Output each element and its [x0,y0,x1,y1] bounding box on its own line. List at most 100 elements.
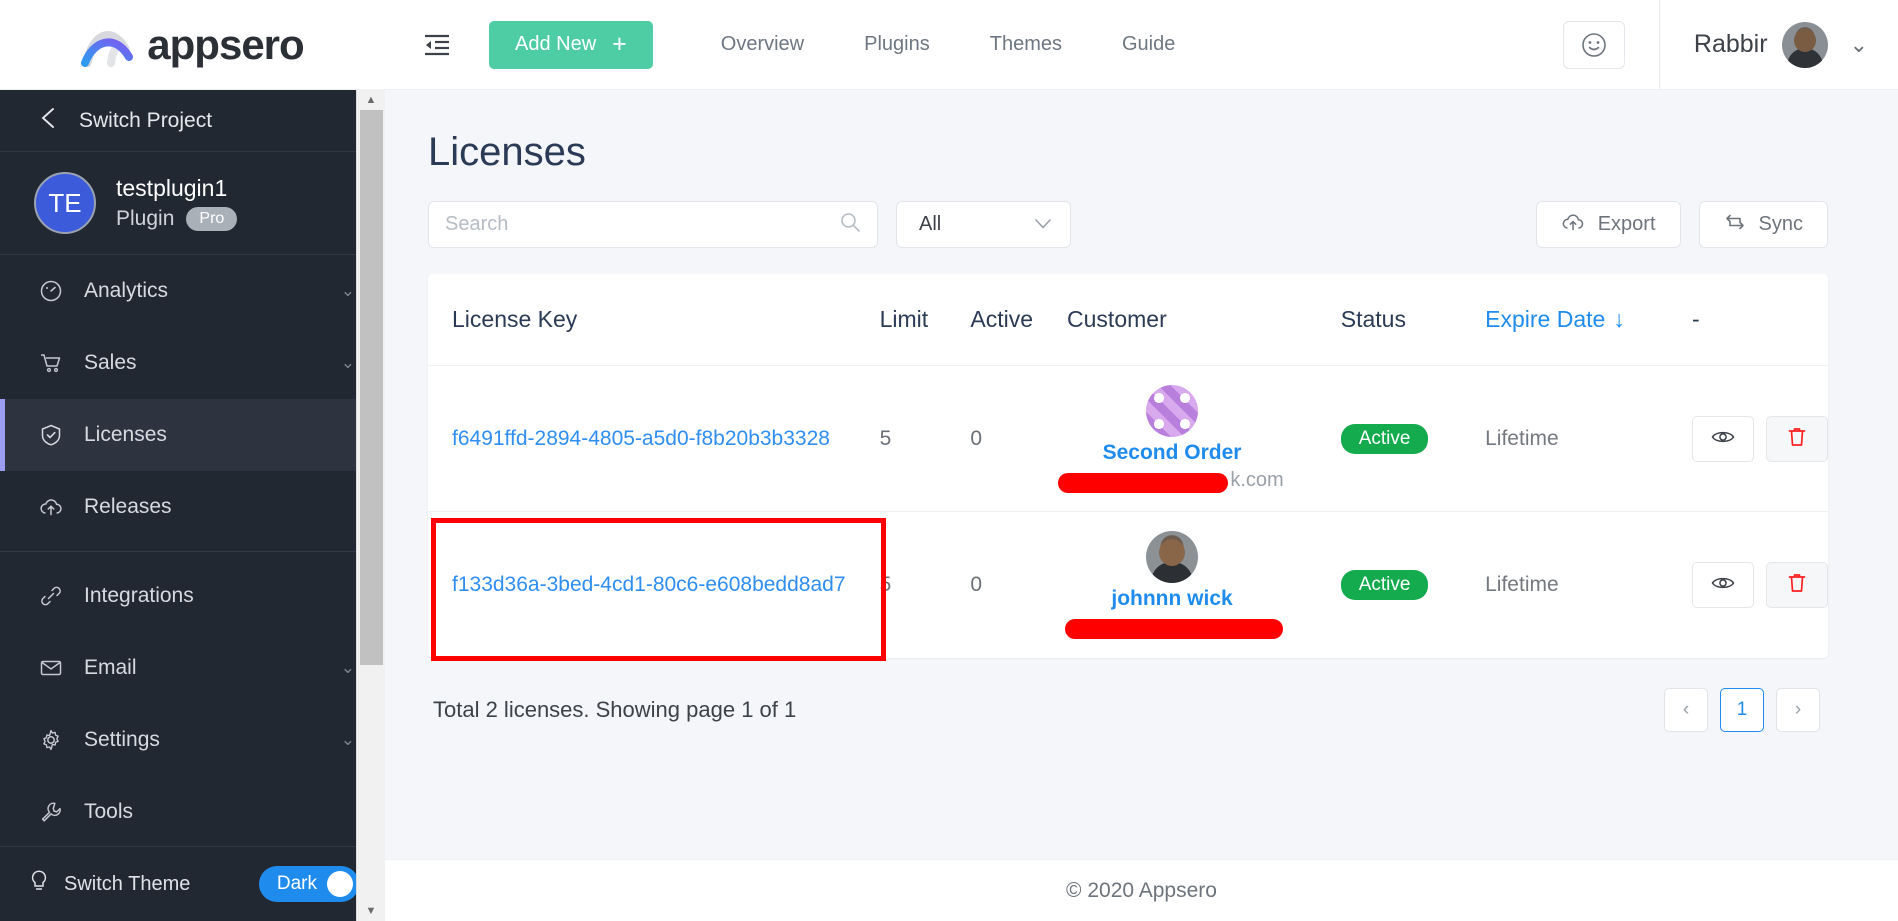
redaction-mark [1065,619,1284,640]
column-header-limit[interactable]: Limit [879,274,971,366]
pagination-prev[interactable]: ‹ [1664,687,1708,732]
table-row: f133d36a-3bed-4cd1-80c6-e608bedd8ad7 5 0… [428,512,1828,658]
customer-avatar [1146,385,1199,437]
toolbar: All Export [428,201,1828,248]
status-badge: Active [1340,423,1429,454]
chevron-down-icon: ⌄ [340,281,355,300]
customer-block: johnnn wick xxxxxxxxxxxxxxxxxxxxx [1065,531,1284,640]
pagination: ‹ 1 › [1664,687,1820,732]
search-input[interactable] [445,213,829,236]
scroll-down-arrow[interactable]: ▼ [366,901,377,921]
user-menu[interactable]: Rabbir ⌄ [1658,0,1898,89]
sidebar-collapse-icon[interactable] [420,28,454,62]
sidebar-divider [0,551,385,552]
cell-expire-date: Lifetime [1485,572,1559,596]
pagination-summary: Total 2 licenses. Showing page 1 of 1 [433,696,797,722]
project-card[interactable]: TE testplugin1 Plugin Pro [0,152,385,255]
sidebar-item-label: Analytics [84,279,169,302]
expire-date-label: Expire Date [1485,306,1606,332]
delete-license-button[interactable] [1766,561,1828,608]
customer-email: xxxxxxxxxxxxxxxxxxxxx [1065,615,1284,640]
customer-name-link[interactable]: johnnn wick [1111,587,1232,611]
search-icon[interactable] [839,211,861,238]
top-navigation: Overview Plugins Themes Guide [691,33,1206,56]
nav-overview[interactable]: Overview [691,33,834,56]
customer-avatar [1146,531,1199,584]
sidebar-scrollbar[interactable]: ▲ ▼ [356,90,385,921]
cell-customer: johnnn wick xxxxxxxxxxxxxxxxxxxxx [1065,512,1341,658]
sidebar-item-sales[interactable]: Sales ⌄ [0,327,385,399]
chevron-down-icon: ⌄ [340,353,355,372]
cell-license-key: f6491ffd-2894-4805-a5d0-f8b20b3b3328 [428,365,880,512]
license-key-link[interactable]: f133d36a-3bed-4cd1-80c6-e608bedd8ad7 [452,573,846,596]
cell-actions [1692,365,1828,512]
sidebar: Switch Project TE testplugin1 Plugin Pro [0,90,385,921]
theme-toggle[interactable]: Dark [258,866,359,902]
plus-icon: + [612,30,627,58]
chevron-down-icon [1034,213,1052,236]
sidebar-item-settings[interactable]: Settings ⌄ [0,704,385,776]
smiley-icon[interactable] [1562,20,1625,69]
export-label: Export [1597,213,1656,235]
sidebar-item-releases[interactable]: Releases [0,471,385,543]
lightbulb-icon [28,869,50,899]
sort-down-arrow-icon: ↓ [1613,306,1625,332]
scroll-up-arrow[interactable]: ▲ [366,90,377,110]
sync-button[interactable]: Sync [1698,201,1828,248]
add-new-label: Add New [515,33,597,55]
sidebar-item-label: Releases [84,495,172,518]
nav-guide[interactable]: Guide [1092,33,1205,56]
link-icon [38,583,64,609]
column-header-actions: - [1692,274,1828,366]
switch-theme-row: Switch Theme Dark [0,847,385,921]
customer-name-link[interactable]: Second Order [1103,441,1242,465]
cell-limit: 5 [879,365,971,512]
customer-block: Second Order xxxxxxxxxxxxxxxxxk.com [1058,385,1284,493]
shield-check-icon [38,422,64,448]
redaction-mark [1058,473,1229,493]
top-bar-right: Rabbir ⌄ [1562,0,1898,89]
sidebar-item-tools[interactable]: Tools [0,776,385,846]
column-header-status[interactable]: Status [1340,274,1486,366]
nav-themes[interactable]: Themes [960,33,1092,56]
main-inner: Licenses All [385,90,1898,859]
export-button[interactable]: Export [1535,201,1681,248]
column-header-license-key[interactable]: License Key [428,274,880,366]
sidebar-item-email[interactable]: Email ⌄ [0,632,385,704]
project-name: testplugin1 [116,175,228,201]
nav-plugins[interactable]: Plugins [834,33,960,56]
column-header-customer[interactable]: Customer [1067,274,1341,366]
switch-project-button[interactable]: Switch Project [0,90,385,152]
gear-icon [38,727,64,753]
chevron-left-icon [40,106,57,136]
cell-status: Active [1340,365,1486,512]
column-header-expire-date[interactable]: Expire Date ↓ [1485,274,1692,366]
cloud-upload-icon [1561,211,1585,239]
add-new-button[interactable]: Add New + [489,20,653,69]
brand-logo-area[interactable]: appsero [0,21,385,69]
scrollbar-thumb[interactable] [359,110,383,665]
pagination-page-1[interactable]: 1 [1720,687,1764,732]
license-key-link[interactable]: f6491ffd-2894-4805-a5d0-f8b20b3b3328 [452,427,830,450]
table-body: f6491ffd-2894-4805-a5d0-f8b20b3b3328 5 0… [428,365,1828,658]
project-type: Plugin [116,207,175,230]
sidebar-item-analytics[interactable]: Analytics ⌄ [0,255,385,327]
sidebar-item-integrations[interactable]: Integrations [0,560,385,632]
view-license-button[interactable] [1692,415,1754,462]
view-license-button[interactable] [1692,561,1754,608]
chevron-down-icon: ⌄ [1849,31,1868,57]
trash-icon [1787,572,1807,597]
pagination-next[interactable]: › [1776,687,1820,732]
cell-customer: Second Order xxxxxxxxxxxxxxxxxk.com [1058,365,1341,512]
customer-email: xxxxxxxxxxxxxxxxxk.com [1058,469,1284,493]
pro-badge: Pro [186,207,238,231]
sync-icon [1724,212,1746,238]
status-filter-select[interactable]: All [896,201,1071,248]
search-box[interactable] [428,201,878,248]
page-title: Licenses [428,130,586,174]
sidebar-item-label: Licenses [84,423,167,446]
trash-icon [1787,426,1807,451]
delete-license-button[interactable] [1766,415,1828,462]
sidebar-item-licenses[interactable]: Licenses [0,399,385,471]
column-header-active[interactable]: Active [970,274,1068,366]
